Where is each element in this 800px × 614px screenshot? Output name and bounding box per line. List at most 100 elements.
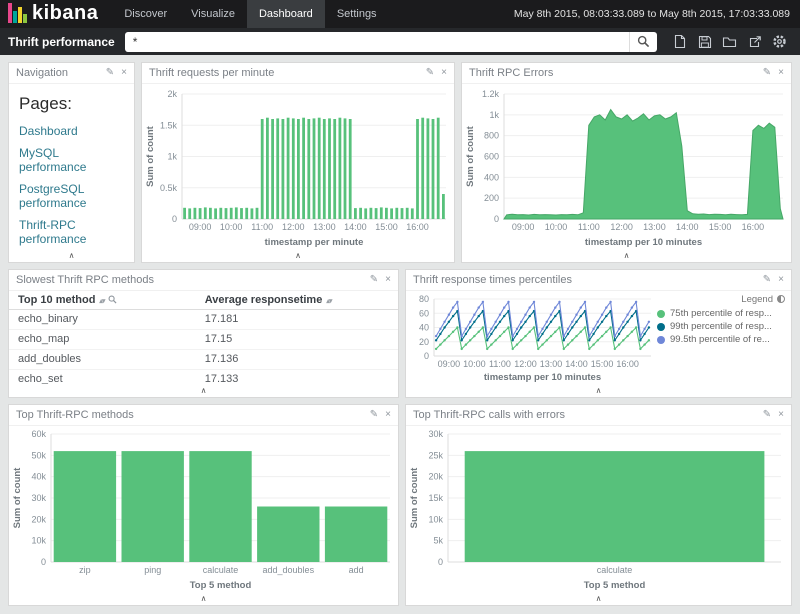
legend-header[interactable]: Legend: [657, 294, 785, 305]
svg-text:11:00: 11:00: [578, 222, 600, 232]
svg-text:Sum of count: Sum of count: [12, 467, 23, 529]
nav-link-dashboard[interactable]: Dashboard: [19, 124, 124, 138]
legend-toggle-icon[interactable]: [777, 295, 785, 303]
close-panel-icon[interactable]: ×: [385, 410, 391, 420]
svg-text:Sum of count: Sum of count: [465, 125, 476, 187]
edit-panel-icon[interactable]: ✎: [763, 275, 771, 285]
svg-text:12:00: 12:00: [514, 359, 537, 369]
svg-text:15:00: 15:00: [375, 222, 398, 232]
table-row: echo_binary17.181: [9, 310, 398, 330]
edit-panel-icon[interactable]: ✎: [370, 275, 378, 285]
panel-thrift-response-times-percentiles: Thrift response times percentiles ✎ × 02…: [405, 269, 792, 398]
magnifier-icon[interactable]: [108, 295, 117, 304]
search-input[interactable]: [125, 32, 629, 52]
logo-bar: [13, 11, 17, 23]
edit-panel-icon[interactable]: ✎: [763, 410, 771, 420]
svg-text:timestamp per 10 minutes: timestamp per 10 minutes: [585, 237, 702, 248]
load-dashboard-button[interactable]: [717, 31, 742, 52]
save-dashboard-button[interactable]: [692, 31, 717, 52]
slowest-table-body: Top 10 method▴▾Average responsetime▴▾ech…: [9, 291, 398, 384]
panel-header: Thrift RPC Errors ✎ ×: [462, 63, 791, 84]
panel-collapse-toggle[interactable]: ∧: [142, 249, 454, 262]
svg-text:09:00: 09:00: [438, 359, 461, 369]
edit-panel-icon[interactable]: ✎: [106, 68, 114, 78]
svg-text:0: 0: [172, 214, 177, 224]
panel-navigation: Navigation ✎ × Pages: DashboardMySQL per…: [8, 62, 135, 263]
panel-collapse-toggle[interactable]: ∧: [462, 249, 791, 262]
new-dashboard-button[interactable]: [667, 31, 692, 52]
close-panel-icon[interactable]: ×: [121, 68, 127, 78]
edit-panel-icon[interactable]: ✎: [763, 68, 771, 78]
edit-panel-icon[interactable]: ✎: [426, 68, 434, 78]
tab-settings[interactable]: Settings: [325, 0, 389, 28]
nav-link-mysql-performance[interactable]: MySQL performance: [19, 146, 124, 174]
rpc-errors-chart: 02004006008001k1.2k09:0010:0011:0012:001…: [462, 84, 791, 249]
legend-item[interactable]: 99th percentile of resp...: [657, 321, 785, 332]
panel-header: Navigation ✎ ×: [9, 63, 134, 84]
svg-text:add: add: [349, 565, 364, 575]
column-label: Top 10 method: [18, 294, 95, 306]
tab-dashboard[interactable]: Dashboard: [247, 0, 325, 28]
tab-discover[interactable]: Discover: [112, 0, 179, 28]
svg-text:20: 20: [419, 337, 429, 347]
share-dashboard-icon: [748, 35, 762, 49]
column-header-average-responsetime[interactable]: Average responsetime▴▾: [196, 291, 398, 310]
new-dashboard-icon: [673, 34, 687, 49]
table-cell: 17.181: [196, 310, 398, 330]
panel-collapse-toggle[interactable]: ∧: [9, 249, 134, 262]
panel-header: Thrift requests per minute ✎ ×: [142, 63, 454, 84]
table-cell: add_doubles: [9, 350, 196, 370]
nav-link-thrift-rpc-performance[interactable]: Thrift-RPC performance: [19, 218, 124, 246]
panel-collapse-toggle[interactable]: ∧: [9, 384, 398, 397]
settings-gear-button[interactable]: [767, 31, 792, 52]
chart-svg: 05k10k15k20k25k30kcalculateSum of countT…: [406, 426, 791, 592]
time-range-picker[interactable]: May 8th 2015, 08:03:33.089 to May 8th 20…: [514, 8, 800, 20]
table-row: add_doubles17.136: [9, 350, 398, 370]
panel-collapse-toggle[interactable]: ∧: [406, 384, 791, 397]
svg-text:ping: ping: [144, 565, 161, 575]
svg-text:5k: 5k: [433, 536, 443, 546]
panel-top-thrift-rpc-methods: Top Thrift-RPC methods ✎ × 010k20k30k40k…: [8, 404, 399, 606]
nav-link-postgresql-performance[interactable]: PostgreSQL performance: [19, 182, 124, 210]
close-panel-icon[interactable]: ×: [441, 68, 447, 78]
column-label: Average responsetime: [205, 294, 323, 306]
svg-text:add_doubles: add_doubles: [263, 565, 315, 575]
column-header-top-10-method[interactable]: Top 10 method ▴▾: [9, 291, 196, 310]
edit-panel-icon[interactable]: ✎: [370, 410, 378, 420]
table-cell: echo_binary: [9, 310, 196, 330]
sort-icon[interactable]: ▴▾: [326, 298, 331, 305]
table-cell: echo_set: [9, 370, 196, 385]
panel-collapse-toggle[interactable]: ∧: [9, 592, 398, 605]
panel-collapse-toggle[interactable]: ∧: [406, 592, 791, 605]
share-dashboard-button[interactable]: [742, 31, 767, 52]
svg-text:0: 0: [424, 351, 429, 361]
sort-icon[interactable]: ▴▾: [99, 298, 104, 305]
svg-text:10:00: 10:00: [463, 359, 486, 369]
svg-text:80: 80: [419, 294, 429, 304]
legend-label: 99.5th percentile of re...: [670, 334, 770, 345]
svg-text:10k: 10k: [428, 514, 443, 524]
svg-text:40: 40: [419, 323, 429, 333]
close-panel-icon[interactable]: ×: [385, 275, 391, 285]
close-panel-icon[interactable]: ×: [778, 275, 784, 285]
toolbar-icons: [667, 31, 792, 52]
svg-text:30k: 30k: [31, 493, 46, 503]
panel-title: Thrift requests per minute: [149, 67, 419, 79]
close-panel-icon[interactable]: ×: [778, 410, 784, 420]
kibana-logo-icon: [8, 3, 28, 23]
legend-item[interactable]: 99.5th percentile of re...: [657, 334, 785, 345]
svg-text:30k: 30k: [428, 429, 443, 439]
dashboard-toolbar: Thrift performance: [0, 28, 800, 55]
kibana-logo[interactable]: kibana: [0, 3, 112, 26]
svg-text:timestamp per minute: timestamp per minute: [265, 237, 364, 248]
nav-tabs: DiscoverVisualizeDashboardSettings: [112, 0, 388, 28]
svg-text:Sum of count: Sum of count: [409, 467, 420, 529]
search-button[interactable]: [629, 32, 657, 52]
svg-text:16:00: 16:00: [616, 359, 639, 369]
legend-color-dot: [657, 323, 665, 331]
tab-visualize[interactable]: Visualize: [179, 0, 247, 28]
close-panel-icon[interactable]: ×: [778, 68, 784, 78]
legend-item[interactable]: 75th percentile of resp...: [657, 308, 785, 319]
chart-svg: 02004006008001k1.2k09:0010:0011:0012:001…: [462, 84, 791, 249]
svg-text:16:00: 16:00: [742, 222, 765, 232]
